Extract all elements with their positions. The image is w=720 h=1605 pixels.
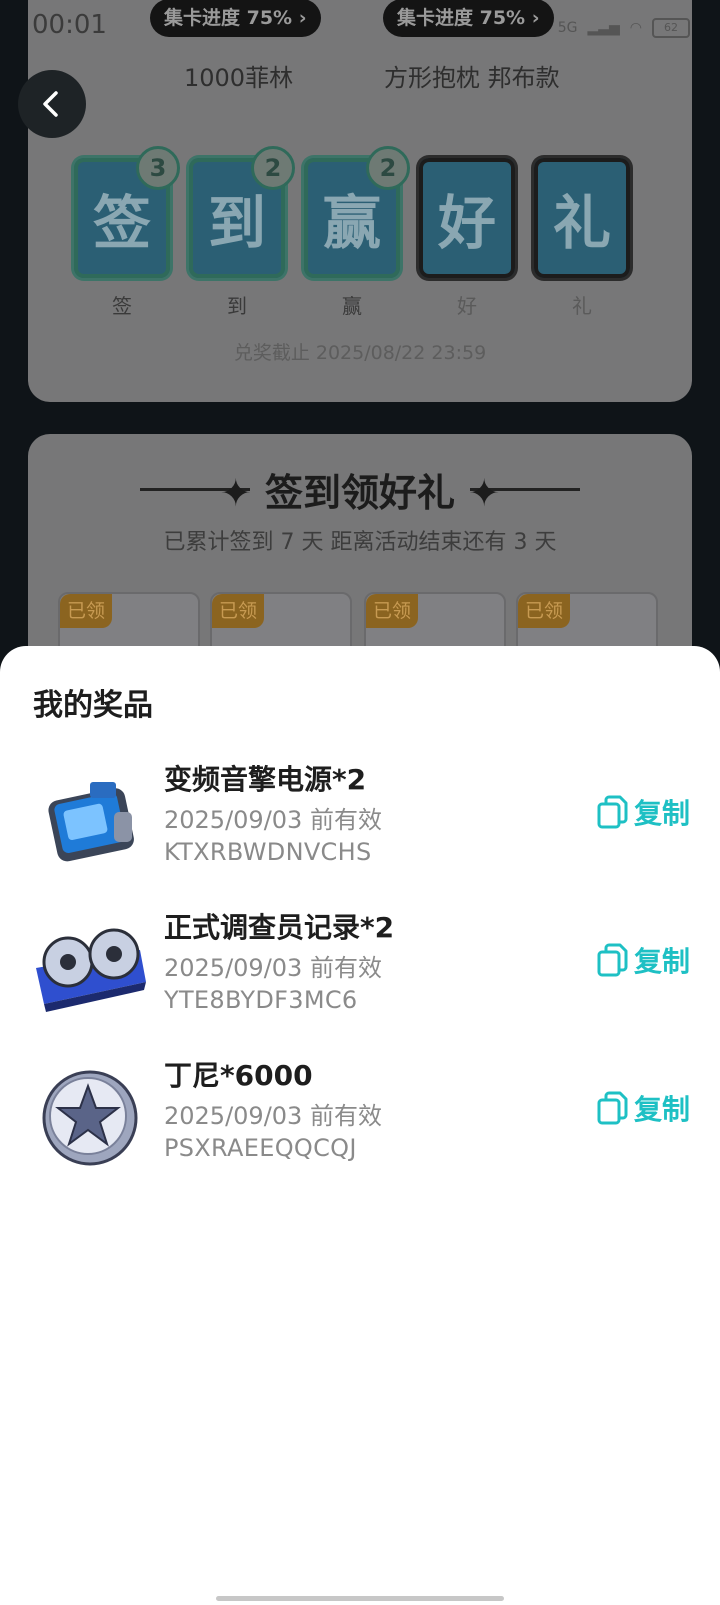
sparkle-icon: ✦: [455, 471, 501, 515]
section-title: ✦ 签到领好礼 ✦: [219, 471, 501, 515]
coin-icon: [42, 1070, 138, 1166]
prize-item: 正式调查员记录*2 2025/09/03 前有效 YTE8BYDF3MC6 复制: [0, 906, 720, 1046]
my-prizes-sheet: 我的奖品 变频音擎电源*2 2025/09/03 前有效 KTXRBWDNVCH…: [0, 646, 720, 1605]
reward-name: 1000菲林: [184, 64, 294, 92]
stamp-label: 到: [227, 294, 247, 318]
copy-icon: [597, 1091, 628, 1125]
prize-expiry: 2025/09/03 前有效: [164, 1102, 382, 1130]
power-supply-icon: [48, 782, 134, 862]
stamp-label: 礼: [572, 294, 592, 318]
prize-name: 丁尼*6000: [164, 1059, 313, 1092]
prize-item: 变频音擎电源*2 2025/09/03 前有效 KTXRBWDNVCHS 复制: [0, 758, 720, 898]
signin-rewards-panel: ✦ 签到领好礼 ✦ 已累计签到 7 天 距离活动结束还有 3 天 已领 已领 已…: [28, 434, 692, 716]
wifi-icon: ◠: [629, 20, 642, 36]
copy-icon: [597, 943, 628, 977]
prize-expiry: 2025/09/03 前有效: [164, 806, 382, 834]
stamp-count-badge: 3: [136, 146, 180, 190]
stamp-label: 好: [457, 294, 477, 318]
claimed-tag: 已领: [366, 594, 418, 628]
signal-icon: ▂▃▅: [587, 20, 620, 36]
copy-icon: [597, 795, 628, 829]
chevron-left-icon: [43, 91, 58, 117]
stamp-count-badge: 2: [251, 146, 295, 190]
clock: 00:01: [32, 10, 107, 40]
claimed-tag: 已领: [212, 594, 264, 628]
prize-expiry: 2025/09/03 前有效: [164, 954, 382, 982]
claimed-tag: 已领: [518, 594, 570, 628]
stamp-label: 赢: [342, 294, 362, 318]
stamp-count-badge: 2: [366, 146, 410, 190]
sheet-title: 我的奖品: [33, 688, 153, 723]
stamp-card[interactable]: 到 2: [189, 146, 295, 278]
stamp-card[interactable]: 礼: [534, 158, 630, 278]
signin-summary: 已累计签到 7 天 距离活动结束还有 3 天: [163, 530, 557, 555]
prize-name: 正式调查员记录*2: [164, 911, 395, 944]
battery-icon: 62: [652, 18, 690, 38]
stamp-card[interactable]: 好: [419, 158, 515, 278]
sparkle-icon: ✦: [219, 471, 265, 515]
prize-code: KTXRBWDNVCHS: [164, 838, 372, 866]
prize-item: 丁尼*6000 2025/09/03 前有效 PSXRAEEQQCQJ 复制: [0, 1054, 720, 1194]
claimed-tag: 已领: [60, 594, 112, 628]
network-type: 5G: [557, 20, 578, 36]
copy-button[interactable]: 复制: [596, 940, 690, 980]
reward-name: 方形抱枕 邦布款: [384, 64, 560, 92]
system-icons: 5G ▂▃▅ ◠ 62: [558, 18, 690, 38]
prize-code: YTE8BYDF3MC6: [164, 986, 358, 1014]
stamp-card[interactable]: 赢 2: [304, 146, 410, 278]
status-bar: 00:01 5G ▂▃▅ ◠ 62: [0, 0, 720, 54]
prize-code: PSXRAEEQQCQJ: [164, 1134, 357, 1162]
prize-name: 变频音擎电源*2: [164, 763, 367, 796]
redeem-deadline: 兑奖截止 2025/08/22 23:59: [233, 342, 487, 364]
back-button[interactable]: [18, 70, 86, 138]
home-indicator[interactable]: [216, 1596, 504, 1601]
copy-button[interactable]: 复制: [596, 792, 690, 832]
copy-button[interactable]: 复制: [596, 1088, 690, 1128]
card-collection-panel: 集卡进度 75% › 集卡进度 75% › 1000菲林 方形抱枕 邦布款 签 …: [28, 0, 692, 402]
stamp-label: 签: [112, 294, 132, 318]
tape-recorder-icon: [36, 928, 146, 1012]
stamp-card[interactable]: 签 3: [74, 146, 180, 278]
